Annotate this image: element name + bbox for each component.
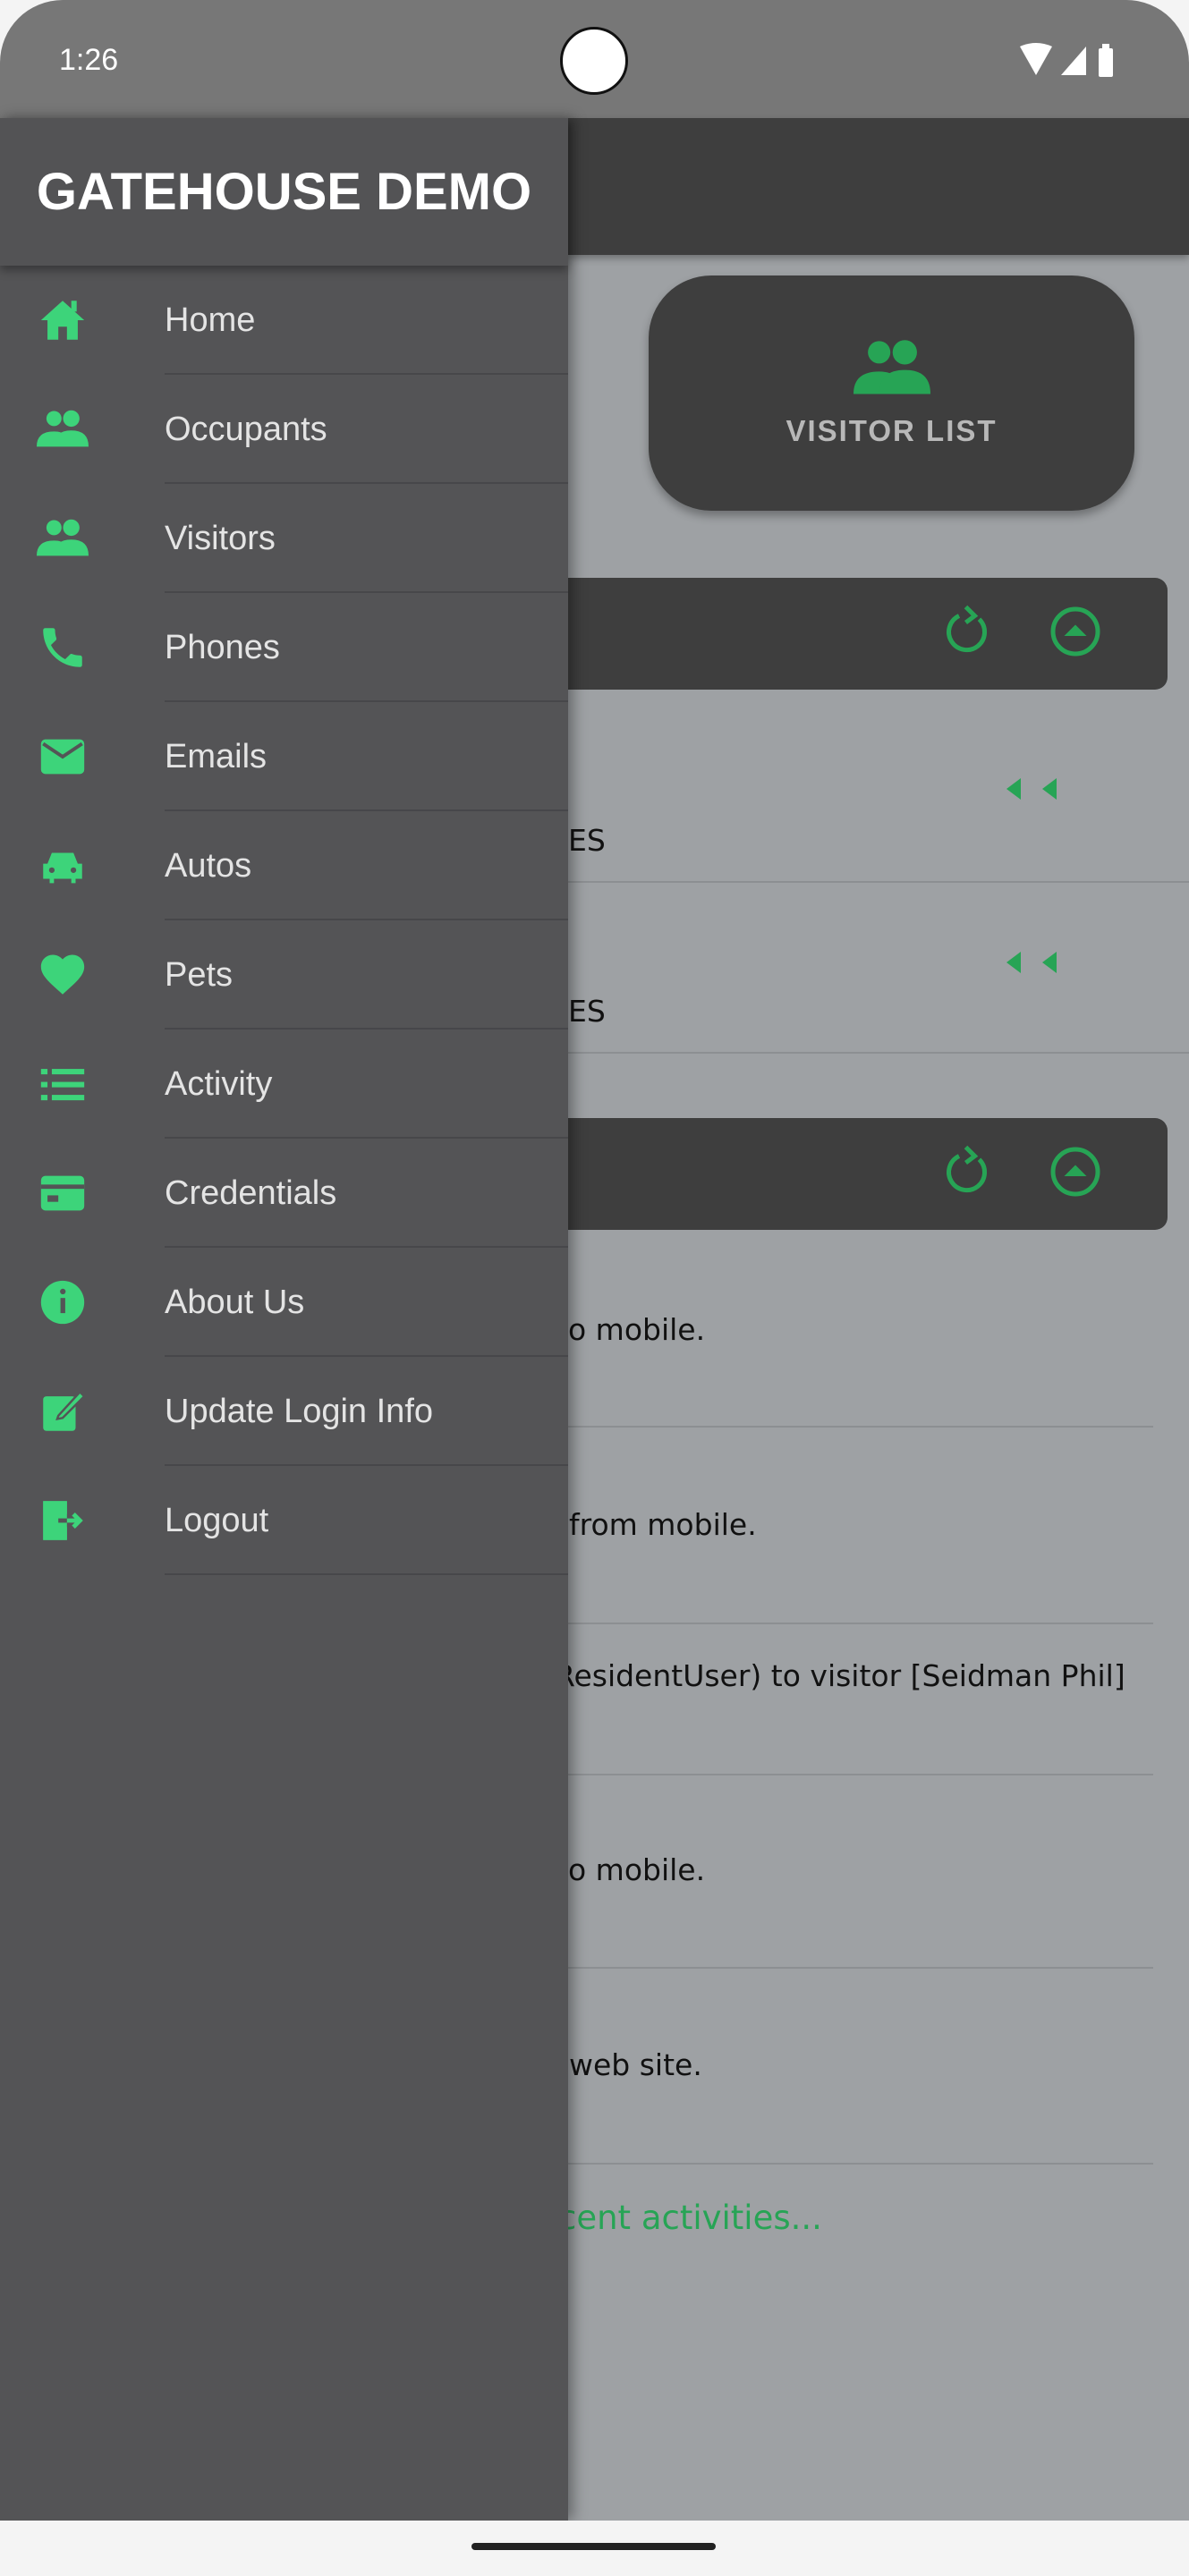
drawer-item-label: Activity [165,1064,273,1103]
drawer-item-label: Occupants [165,410,327,448]
people-icon [0,403,125,455]
drawer-item-label: Credentials [165,1174,337,1212]
activity-row: from mobile. [569,1507,757,1542]
visitor-list-label: VISITOR LIST [786,413,998,447]
drawer-item-label: Logout [165,1501,269,1539]
drawer-item-emails[interactable]: Emails [0,702,568,811]
activity-row: ResidentUser) to visitor [Seidman Phil] [555,1658,1125,1693]
heart-icon [0,949,125,1001]
status-time: 1:26 [59,43,119,77]
camera-cutout [560,27,628,95]
double-arrow-left-icon[interactable] [1006,776,1062,801]
drawer-item-home[interactable]: Home [0,266,568,375]
divider [568,1967,1153,1969]
edit-icon [0,1385,125,1437]
drawer-item-phones[interactable]: Phones [0,593,568,702]
drawer-item-label: Pets [165,955,234,994]
visitor-list-button[interactable]: VISITOR LIST [649,275,1134,511]
drawer-item-label: Home [165,301,256,339]
drawer-item-about-us[interactable]: About Us [0,1248,568,1357]
divider [568,1774,1153,1775]
drawer-item-activity[interactable]: Activity [0,1030,568,1139]
collapse-up-icon[interactable] [1049,605,1102,658]
refresh-icon[interactable] [941,1145,995,1199]
drawer-item-label: About Us [165,1283,305,1321]
car-icon [0,840,125,892]
divider [568,1426,1153,1428]
divider [568,1052,1189,1054]
activity-row: o mobile. [568,1852,706,1887]
list-row-text[interactable]: ES [568,823,606,858]
panel-header [537,578,1168,690]
drawer-item-label: Update Login Info [165,1392,434,1430]
wifi-signal-battery-icon [1020,43,1113,77]
email-icon [0,731,125,783]
people-icon [853,339,930,394]
more-activities-link[interactable]: cent activities... [558,2199,822,2237]
refresh-icon[interactable] [941,605,995,658]
drawer-item-visitors[interactable]: Visitors [0,484,568,593]
list-icon [0,1058,125,1110]
divider [568,881,1189,883]
info-icon [0,1276,125,1328]
phone-icon [0,622,125,674]
drawer-item-logout[interactable]: Logout [0,1466,568,1575]
drawer-item-label: Autos [165,846,252,885]
divider [165,1573,568,1575]
drawer-header: GATEHOUSE DEMO [0,118,568,266]
collapse-up-icon[interactable] [1049,1145,1102,1199]
people-icon [0,513,125,564]
activity-row: web site. [569,2047,702,2082]
divider [568,1623,1153,1624]
drawer-item-credentials[interactable]: Credentials [0,1139,568,1248]
drawer-item-autos[interactable]: Autos [0,811,568,920]
divider [568,2163,1153,2165]
drawer-item-pets[interactable]: Pets [0,920,568,1030]
logout-icon [0,1495,125,1546]
drawer-item-label: Visitors [165,519,276,557]
drawer-item-update-login-info[interactable]: Update Login Info [0,1357,568,1466]
drawer-title: GATEHOUSE DEMO [36,163,532,221]
card-icon [0,1167,125,1219]
activity-row: o mobile. [568,1312,706,1347]
home-gesture-handle[interactable] [471,2543,716,2550]
panel-header [537,1118,1168,1230]
drawer-item-label: Phones [165,628,280,666]
home-icon [0,294,125,346]
status-bar: 1:26 [0,0,1189,118]
drawer-item-label: Emails [165,737,268,775]
list-row-text[interactable]: ES [568,994,606,1029]
drawer-item-occupants[interactable]: Occupants [0,375,568,484]
double-arrow-left-icon[interactable] [1006,950,1062,975]
app-bar [568,118,1189,255]
